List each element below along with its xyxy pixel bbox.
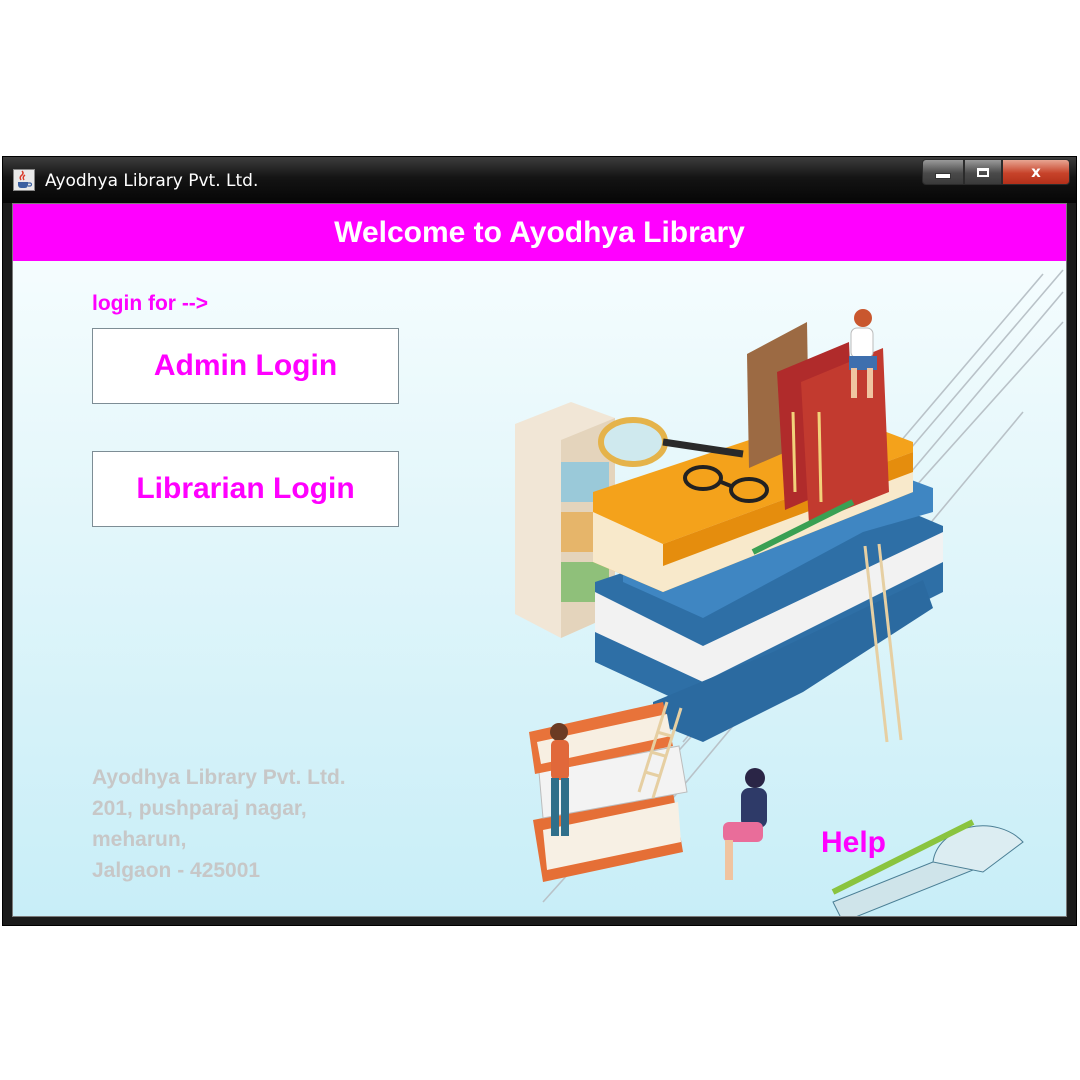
address-line-company: Ayodhya Library Pvt. Ltd.	[92, 766, 346, 789]
library-books-illustration	[515, 269, 1064, 916]
title-bar[interactable]: Ayodhya Library Pvt. Ltd. x	[3, 157, 1076, 203]
address-line-city: Jalgaon - 425001	[92, 859, 261, 882]
login-prompt: login for -->	[92, 292, 209, 315]
close-icon: x	[1031, 163, 1041, 181]
close-button[interactable]: x	[1002, 159, 1070, 185]
main-panel: Welcome to Ayodhya Library login for -->…	[12, 203, 1067, 917]
librarian-login-button[interactable]: Librarian Login	[92, 451, 399, 527]
maximize-icon	[977, 167, 989, 177]
minimize-button[interactable]	[922, 159, 964, 185]
app-window: Ayodhya Library Pvt. Ltd. x Welcome to A…	[2, 156, 1077, 926]
welcome-banner: Welcome to Ayodhya Library	[13, 204, 1066, 261]
caption-buttons: x	[922, 159, 1070, 187]
admin-login-button[interactable]: Admin Login	[92, 328, 399, 404]
minimize-icon	[935, 173, 951, 179]
banner-title: Welcome to Ayodhya Library	[334, 215, 745, 249]
ruler-icon	[831, 819, 1024, 916]
address-line-street: 201, pushparaj nagar,	[92, 797, 307, 820]
maximize-button[interactable]	[964, 159, 1002, 185]
window-title: Ayodhya Library Pvt. Ltd.	[45, 171, 259, 191]
person-reading-icon	[723, 768, 767, 880]
address-line-area: meharun,	[92, 828, 187, 851]
java-cup-icon[interactable]	[13, 169, 35, 191]
address-block: Ayodhya Library Pvt. Ltd. 201, pushparaj…	[92, 762, 346, 886]
